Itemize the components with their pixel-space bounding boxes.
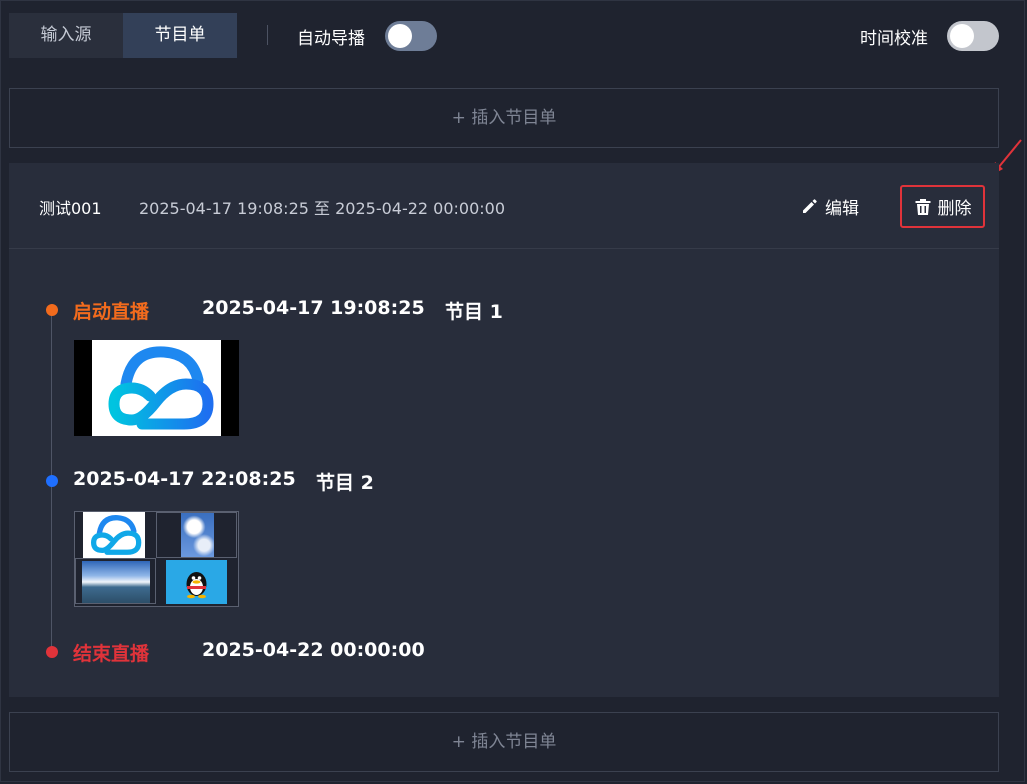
- insert-program-list-top-button[interactable]: + 插入节目单: [9, 88, 999, 148]
- cloud-logo-icon: [108, 346, 214, 430]
- toggle-knob: [950, 24, 974, 48]
- end-time: 2025-04-22 00:00:00: [202, 639, 425, 661]
- trash-icon: [915, 198, 930, 215]
- auto-director-label: 自动导播: [297, 29, 365, 49]
- pencil-icon: [803, 199, 817, 213]
- thumbnail-content: [92, 340, 221, 436]
- schedule-time-range: 2025-04-17 19:08:25 至 2025-04-22 00:00:0…: [139, 199, 506, 218]
- insert-program-list-bottom-button[interactable]: + 插入节目单: [9, 712, 999, 772]
- program-2-dot: [46, 475, 58, 487]
- auto-director-toggle[interactable]: [385, 21, 437, 51]
- grid-cell-sea-landscape: [75, 558, 156, 604]
- program-1-thumbnail[interactable]: [74, 340, 239, 436]
- edit-label: 编辑: [825, 198, 859, 219]
- grid-cell-penguin: [156, 558, 237, 604]
- time-calibration-toggle[interactable]: [947, 21, 999, 51]
- cloud-logo-icon: [90, 515, 142, 555]
- grid-cell-sky-portrait: [156, 512, 237, 558]
- start-dot: [46, 304, 58, 316]
- schedule-card: 测试001 2025-04-17 19:08:25 至 2025-04-22 0…: [9, 163, 999, 697]
- end-live-label: 结束直播: [73, 643, 150, 665]
- tab-bar: 输入源 节目单: [9, 13, 237, 58]
- tab-input-source[interactable]: 输入源: [9, 13, 123, 58]
- toggle-knob: [388, 24, 412, 48]
- toolbar-divider: [267, 25, 268, 45]
- start-time: 2025-04-17 19:08:25: [202, 297, 425, 319]
- end-dot: [46, 646, 58, 658]
- program-2-label: 节目 2: [316, 472, 374, 494]
- grid-cell-logo: [75, 512, 156, 558]
- delete-label: 删除: [937, 199, 972, 219]
- program-2-time: 2025-04-17 22:08:25: [73, 468, 296, 490]
- program-1-label: 节目 1: [445, 301, 503, 323]
- schedule-name: 测试001: [39, 199, 102, 218]
- start-live-label: 启动直播: [73, 301, 150, 323]
- schedule-card-header: 测试001 2025-04-17 19:08:25 至 2025-04-22 0…: [9, 163, 999, 249]
- delete-button[interactable]: 删除: [900, 185, 985, 228]
- penguin-icon: [186, 572, 207, 599]
- program-2-thumbnail-grid[interactable]: [74, 511, 239, 607]
- edit-button[interactable]: 编辑: [801, 192, 859, 220]
- time-calibration-label: 时间校准: [860, 29, 928, 49]
- tab-program-list[interactable]: 节目单: [123, 13, 237, 58]
